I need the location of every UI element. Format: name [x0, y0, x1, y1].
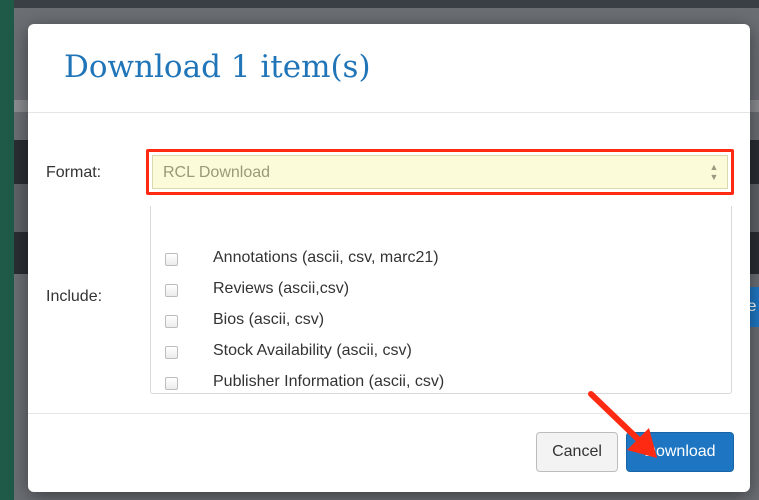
- include-option-annotations[interactable]: Annotations (ascii, csv, marc21): [165, 248, 439, 270]
- checkbox-reviews[interactable]: [165, 283, 178, 297]
- checkbox-annotations[interactable]: [165, 252, 178, 266]
- option-label: Annotations (ascii, csv, marc21): [213, 249, 439, 266]
- include-option-reviews[interactable]: Reviews (ascii,csv): [165, 279, 349, 301]
- select-arrows-icon: ▲ ▼: [709, 162, 719, 182]
- format-select-value: RCL Download: [163, 164, 271, 181]
- option-label: Publisher Information (ascii, csv): [213, 373, 445, 390]
- include-option-stock-availability[interactable]: Stock Availability (ascii, csv): [165, 341, 412, 363]
- include-option-bios[interactable]: Bios (ascii, csv): [165, 310, 324, 332]
- red-arrow-icon: [588, 391, 657, 458]
- option-label: Bios (ascii, csv): [213, 311, 325, 328]
- format-select[interactable]: RCL Download ▲ ▼: [152, 155, 728, 189]
- checkbox-stock-availability[interactable]: [165, 345, 178, 359]
- modal-title: Download 1 item(s): [64, 49, 371, 85]
- background-frame: [0, 0, 14, 500]
- include-option-publisher-information[interactable]: Publisher Information (ascii, csv): [165, 372, 444, 394]
- option-label: Stock Availability (ascii, csv): [213, 342, 412, 359]
- checkbox-bios[interactable]: [165, 314, 178, 328]
- include-label: Include:: [46, 288, 103, 305]
- format-label: Format:: [46, 164, 102, 181]
- download-modal: Download 1 item(s) Format: RCL Download …: [28, 24, 750, 492]
- include-options-panel: Annotations (ascii, csv, marc21) Reviews…: [150, 206, 732, 394]
- option-label: Reviews (ascii,csv): [213, 280, 350, 297]
- checkbox-publisher-information[interactable]: [165, 376, 178, 390]
- modal-header: Download 1 item(s): [28, 24, 750, 113]
